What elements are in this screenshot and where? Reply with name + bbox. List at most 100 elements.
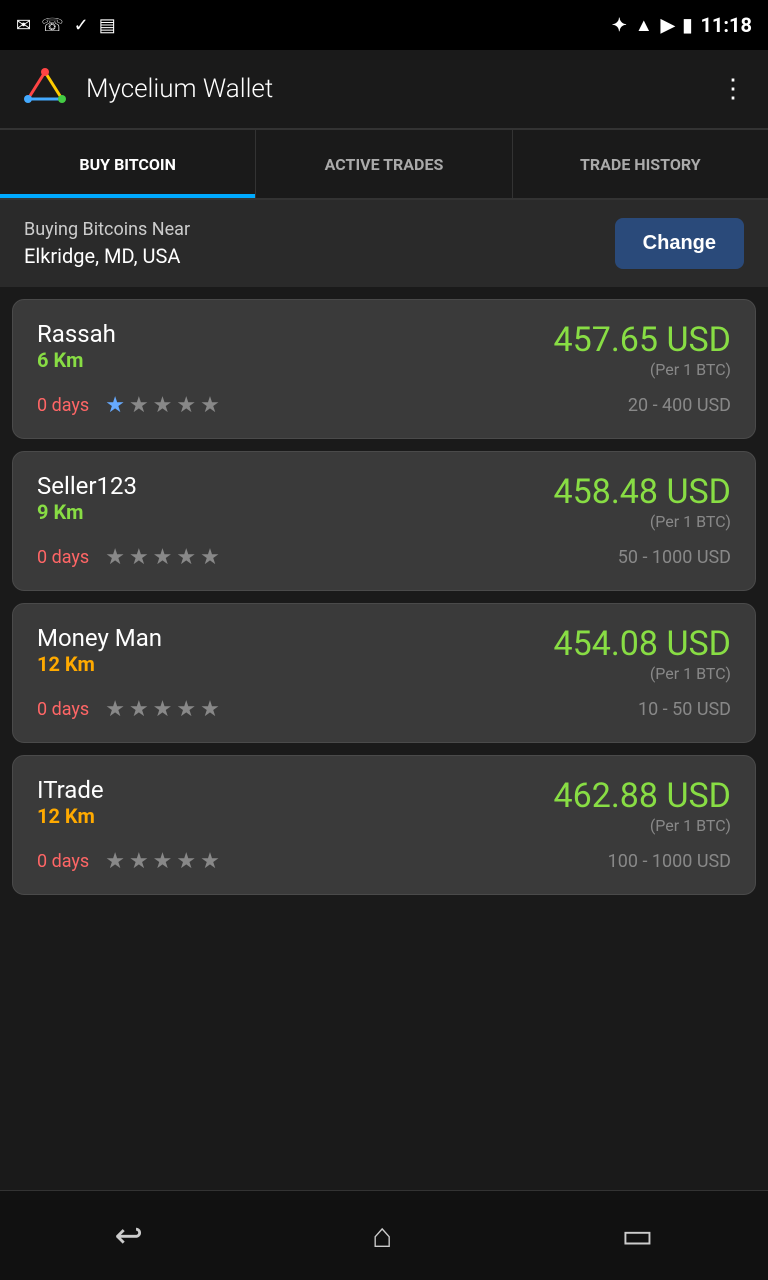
back-button[interactable]: ↩ — [114, 1216, 143, 1256]
seller-name: ITrade — [37, 776, 104, 804]
price-range: 20 - 400 USD — [628, 395, 731, 416]
tab-trade-history-label: TRADE HISTORY — [580, 155, 701, 174]
star-icon: ★ — [200, 849, 220, 874]
star-icon: ★ — [176, 393, 196, 418]
location-bar: Buying Bitcoins Near Elkridge, MD, USA C… — [0, 200, 768, 287]
price-value: 458.48 USD — [554, 472, 732, 512]
price-per: (Per 1 BTC) — [554, 360, 732, 379]
price-range: 50 - 1000 USD — [618, 547, 731, 568]
overflow-menu-icon[interactable]: ⋮ — [720, 74, 748, 104]
star-icon: ★ — [105, 393, 125, 418]
home-button[interactable]: ⌂ — [372, 1216, 393, 1256]
star-icon: ★ — [153, 849, 173, 874]
tab-buy-bitcoin[interactable]: BUY BITCOIN — [0, 130, 256, 198]
tab-active-trades[interactable]: ACTIVE TRADES — [256, 130, 512, 198]
status-bar-right: ✦ ▲ ▶ ▮ 11:18 — [612, 13, 752, 37]
listing-bottom: 0 days ★★★★★ 10 - 50 USD — [37, 697, 731, 722]
listing-bottom: 0 days ★★★★★ 50 - 1000 USD — [37, 545, 731, 570]
app-bar-left: Mycelium Wallet — [20, 64, 273, 114]
seller-name: Money Man — [37, 624, 162, 652]
star-icon: ★ — [153, 545, 173, 570]
listing-meta: 0 days ★★★★★ — [37, 697, 220, 722]
star-icon: ★ — [200, 697, 220, 722]
status-time: 11:18 — [700, 13, 752, 37]
listing-bottom: 0 days ★★★★★ 20 - 400 USD — [37, 393, 731, 418]
seller-distance: 12 Km — [37, 804, 104, 828]
price-info: 457.65 USD (Per 1 BTC) — [554, 320, 732, 379]
star-icon: ★ — [200, 545, 220, 570]
location-text-group: Buying Bitcoins Near Elkridge, MD, USA — [24, 219, 190, 268]
tab-active-trades-label: ACTIVE TRADES — [325, 155, 444, 174]
bottom-nav: ↩ ⌂ ▭ — [0, 1190, 768, 1280]
listings-container: Rassah 6 Km 457.65 USD (Per 1 BTC) 0 day… — [0, 287, 768, 1197]
check-icon: ✓ — [74, 15, 89, 36]
stars-container: ★★★★★ — [105, 393, 220, 418]
phone-icon: ☏ — [41, 15, 64, 36]
app-logo — [20, 64, 70, 114]
price-value: 462.88 USD — [554, 776, 732, 816]
listing-card[interactable]: ITrade 12 Km 462.88 USD (Per 1 BTC) 0 da… — [12, 755, 756, 895]
days-label: 0 days — [37, 395, 89, 416]
tab-active-indicator — [0, 194, 255, 198]
location-label: Buying Bitcoins Near — [24, 219, 190, 240]
seller-info: Rassah 6 Km — [37, 320, 116, 372]
seller-info: ITrade 12 Km — [37, 776, 104, 828]
listing-card[interactable]: Rassah 6 Km 457.65 USD (Per 1 BTC) 0 day… — [12, 299, 756, 439]
star-icon: ★ — [176, 697, 196, 722]
star-icon: ★ — [153, 393, 173, 418]
price-per: (Per 1 BTC) — [554, 512, 732, 531]
status-bar-left: ✉ ☏ ✓ ▤ — [16, 15, 116, 36]
star-icon: ★ — [105, 849, 125, 874]
star-icon: ★ — [105, 545, 125, 570]
star-icon: ★ — [176, 849, 196, 874]
star-icon: ★ — [105, 697, 125, 722]
listing-meta: 0 days ★★★★★ — [37, 393, 220, 418]
listing-meta: 0 days ★★★★★ — [37, 849, 220, 874]
status-bar: ✉ ☏ ✓ ▤ ✦ ▲ ▶ ▮ 11:18 — [0, 0, 768, 50]
listing-top: ITrade 12 Km 462.88 USD (Per 1 BTC) — [37, 776, 731, 835]
tab-buy-bitcoin-label: BUY BITCOIN — [79, 155, 175, 174]
stars-container: ★★★★★ — [105, 697, 220, 722]
price-info: 462.88 USD (Per 1 BTC) — [554, 776, 732, 835]
listing-card[interactable]: Seller123 9 Km 458.48 USD (Per 1 BTC) 0 … — [12, 451, 756, 591]
price-per: (Per 1 BTC) — [554, 664, 732, 683]
mail-icon: ✉ — [16, 15, 31, 36]
seller-info: Money Man 12 Km — [37, 624, 162, 676]
bluetooth-icon: ✦ — [612, 15, 627, 36]
location-value: Elkridge, MD, USA — [24, 244, 190, 268]
star-icon: ★ — [129, 545, 149, 570]
bars-icon: ▤ — [99, 15, 116, 36]
listing-meta: 0 days ★★★★★ — [37, 545, 220, 570]
tab-trade-history[interactable]: TRADE HISTORY — [513, 130, 768, 198]
star-icon: ★ — [200, 393, 220, 418]
seller-distance: 6 Km — [37, 348, 116, 372]
stars-container: ★★★★★ — [105, 849, 220, 874]
app-title: Mycelium Wallet — [86, 74, 273, 104]
price-value: 454.08 USD — [554, 624, 732, 664]
seller-info: Seller123 9 Km — [37, 472, 137, 524]
star-icon: ★ — [129, 697, 149, 722]
star-icon: ★ — [176, 545, 196, 570]
tab-bar: BUY BITCOIN ACTIVE TRADES TRADE HISTORY — [0, 130, 768, 200]
seller-distance: 12 Km — [37, 652, 162, 676]
signal-icon: ▶ — [661, 15, 675, 36]
change-location-button[interactable]: Change — [615, 218, 744, 269]
seller-distance: 9 Km — [37, 500, 137, 524]
price-range: 10 - 50 USD — [638, 699, 731, 720]
wifi-icon: ▲ — [635, 15, 653, 36]
days-label: 0 days — [37, 547, 89, 568]
listing-top: Seller123 9 Km 458.48 USD (Per 1 BTC) — [37, 472, 731, 531]
app-bar: Mycelium Wallet ⋮ — [0, 50, 768, 130]
battery-icon: ▮ — [683, 15, 693, 36]
days-label: 0 days — [37, 699, 89, 720]
listing-card[interactable]: Money Man 12 Km 454.08 USD (Per 1 BTC) 0… — [12, 603, 756, 743]
stars-container: ★★★★★ — [105, 545, 220, 570]
price-value: 457.65 USD — [554, 320, 732, 360]
star-icon: ★ — [153, 697, 173, 722]
listing-top: Money Man 12 Km 454.08 USD (Per 1 BTC) — [37, 624, 731, 683]
star-icon: ★ — [129, 849, 149, 874]
recent-apps-button[interactable]: ▭ — [621, 1216, 653, 1256]
price-info: 458.48 USD (Per 1 BTC) — [554, 472, 732, 531]
price-range: 100 - 1000 USD — [608, 851, 731, 872]
listing-top: Rassah 6 Km 457.65 USD (Per 1 BTC) — [37, 320, 731, 379]
